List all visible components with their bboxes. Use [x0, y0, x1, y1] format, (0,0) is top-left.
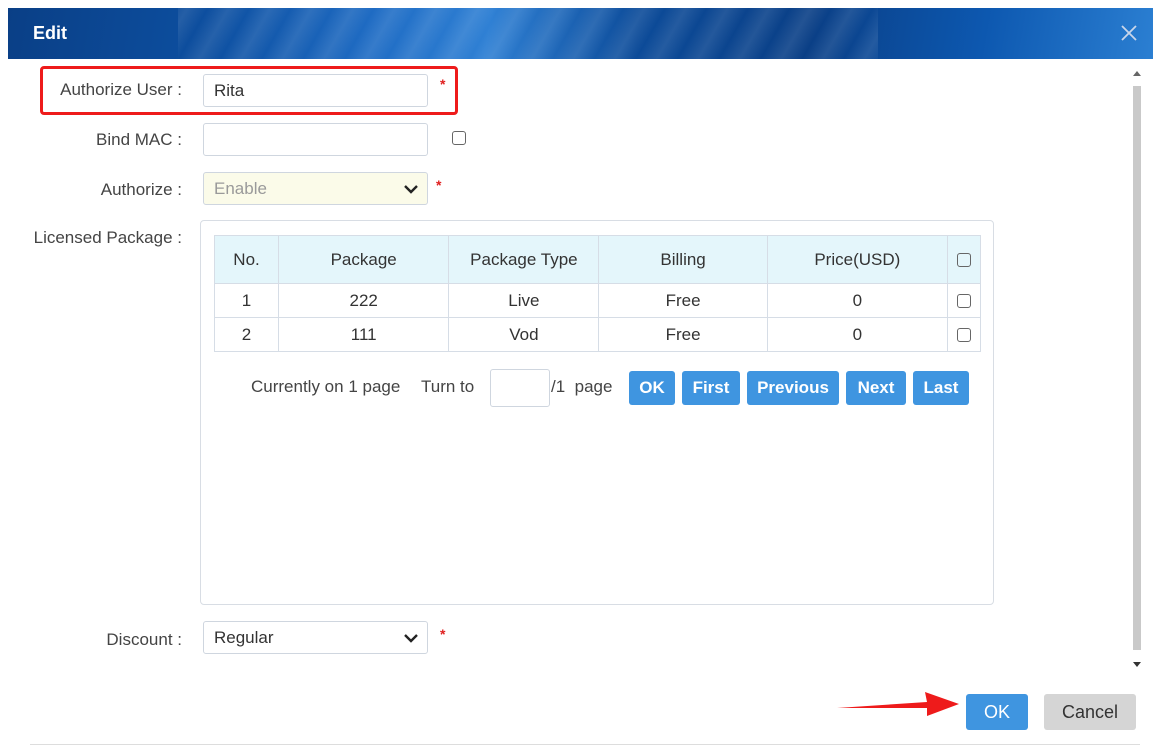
pager-total-pages: /1 page [551, 377, 613, 396]
cell-package: 111 [278, 317, 450, 352]
pager-last-button[interactable]: Last [913, 371, 969, 405]
divider [30, 744, 1140, 745]
dialog-title: Edit [33, 23, 67, 43]
discount-select[interactable]: Regular [203, 621, 428, 654]
pager-turn-to-label: Turn to [421, 377, 475, 396]
table-header-row: No. Package Package Type Billing Price(U… [213, 235, 982, 284]
column-header-billing: Billing [598, 235, 768, 284]
cell-type: Vod [448, 317, 600, 352]
cell-price: 0 [766, 283, 948, 318]
bind-mac-checkbox[interactable] [452, 131, 466, 145]
select-all-cell [946, 235, 982, 284]
required-mark: * [436, 177, 442, 193]
cell-billing: Free [598, 283, 768, 318]
pager-ok-button[interactable]: OK [629, 371, 675, 405]
close-icon[interactable] [1117, 21, 1141, 45]
discount-label: Discount : [106, 630, 182, 649]
required-mark: * [440, 76, 446, 92]
scroll-down-icon[interactable] [1132, 660, 1142, 670]
scrollbar-thumb[interactable] [1133, 86, 1141, 650]
authorize-selected-value: Enable [214, 179, 267, 198]
ok-button[interactable]: OK [966, 694, 1028, 730]
cell-package: 222 [278, 283, 450, 318]
column-header-package-type: Package Type [448, 235, 600, 284]
pager-current-page: Currently on 1 page [251, 377, 401, 396]
bind-mac-label: Bind MAC : [96, 130, 182, 149]
arrow-annotation-icon [837, 692, 959, 716]
cell-type: Live [448, 283, 600, 318]
pager-page-input[interactable] [490, 369, 550, 407]
cancel-button[interactable]: Cancel [1044, 694, 1136, 730]
table-row: 1 222 Live Free 0 [213, 283, 982, 318]
row-checkbox[interactable] [956, 294, 971, 309]
chevron-down-icon [404, 185, 418, 194]
pager-previous-button[interactable]: Previous [747, 371, 839, 405]
pager-next-button[interactable]: Next [846, 371, 906, 405]
column-header-no: No. [213, 235, 280, 284]
package-table: No. Package Package Type Billing Price(U… [213, 235, 982, 352]
table-row: 2 111 Vod Free 0 [213, 317, 982, 352]
cell-no: 1 [213, 283, 280, 318]
licensed-package-panel: No. Package Package Type Billing Price(U… [200, 220, 994, 605]
authorize-user-label: Authorize User : [60, 80, 182, 99]
select-all-checkbox[interactable] [956, 253, 971, 268]
authorize-select[interactable]: Enable [203, 172, 428, 205]
pager-first-button[interactable]: First [682, 371, 740, 405]
scroll-up-icon[interactable] [1132, 68, 1142, 78]
discount-selected-value: Regular [214, 628, 274, 647]
required-mark: * [440, 626, 446, 642]
row-select-cell [946, 317, 982, 352]
row-select-cell [946, 283, 982, 318]
cell-no: 2 [213, 317, 280, 352]
bind-mac-input[interactable] [203, 123, 428, 156]
authorize-user-input[interactable] [203, 74, 428, 107]
column-header-price: Price(USD) [766, 235, 948, 284]
licensed-package-label: Licensed Package : [33, 228, 182, 247]
chevron-down-icon [404, 634, 418, 643]
cell-billing: Free [598, 317, 768, 352]
row-checkbox[interactable] [956, 328, 971, 343]
authorize-label: Authorize : [100, 180, 182, 199]
dialog-titlebar: Edit [8, 8, 1153, 59]
cell-price: 0 [766, 317, 948, 352]
column-header-package: Package [278, 235, 450, 284]
